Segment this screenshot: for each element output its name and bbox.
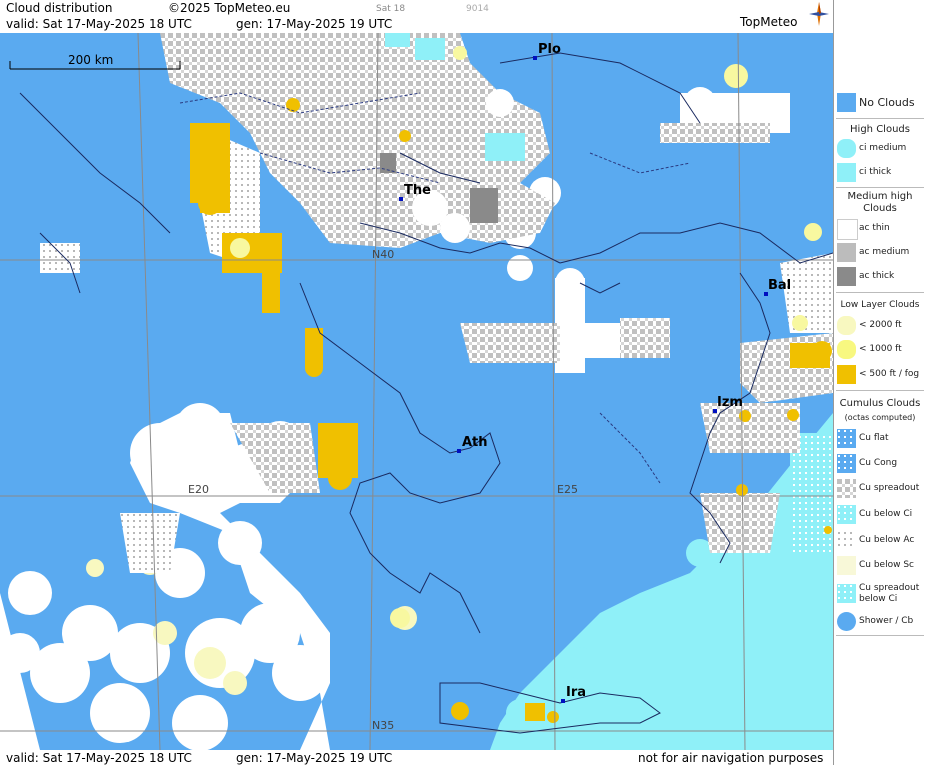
legend-low-500: < 500 ft / fog [834,364,925,386]
legend-cu-title: Cumulus Clouds [839,398,921,409]
legend-high-title: High Clouds [850,124,910,135]
generated-time: gen: 17-May-2025 19 UTC [236,17,393,31]
high-cloud-area [490,413,833,750]
legend-ac-thick: ac thick [834,266,925,288]
city-marker [533,56,537,60]
city-label-the: The [404,183,431,198]
legend-low-2000: < 2000 ft [834,315,925,337]
legend-low-title: Low Layer Clouds [840,300,920,310]
footer: valid: Sat 17-May-2025 18 UTC gen: 17-Ma… [0,750,833,765]
legend-ci-thick: ci thick [834,162,925,184]
legend-panel: No Clouds High Clouds ci medium ci thick… [833,0,925,765]
legend-cu-spreadout: Cu spreadout [834,478,925,500]
cloud-map[interactable]: 200 km N40 N35 E20 E25 Plo The Bal Izm A… [0,33,833,750]
legend-ci-medium: ci medium [834,138,925,160]
legend-cu-below-ci: Cu below Ci [834,504,925,526]
scale-label: 200 km [68,53,114,67]
city-label-bal: Bal [768,278,792,293]
copyright: ©2025 TopMeteo.eu [168,1,291,15]
legend-medium-title: Medium high Clouds [847,191,913,214]
day-tab[interactable]: Sat 18 [376,4,405,14]
legend-cu-cong: Cu Cong [834,453,925,475]
city-marker [399,197,403,201]
footer-valid-time: valid: Sat 17-May-2025 18 UTC [6,751,192,765]
compass-logo-icon [809,2,829,26]
valid-time: valid: Sat 17-May-2025 18 UTC [6,17,192,31]
city-label-ira: Ira [566,685,587,700]
lon-label-e25: E25 [557,483,578,496]
city-label-izm: Izm [717,395,743,410]
legend-no-clouds: No Clouds [834,92,925,114]
map-canvas [0,33,833,750]
city-label-ath: Ath [462,435,488,450]
city-label-plo: Plo [538,42,561,57]
footer-generated-time: gen: 17-May-2025 19 UTC [236,751,393,765]
lat-label-n35: N35 [372,719,395,732]
footer-disclaimer: not for air navigation purposes [638,751,824,765]
legend-cu-subtitle: (octas computed) [844,413,916,422]
page-title: Cloud distribution [6,1,113,15]
header: Cloud distribution ©2025 TopMeteo.eu val… [0,0,833,33]
city-marker [457,449,461,453]
legend-cu-flat: Cu flat [834,428,925,450]
legend-cu-spreadout-below-ci: Cu spreadout below Ci [834,581,925,609]
legend-ac-thin: ac thin [834,218,925,240]
city-marker [561,699,565,703]
legend-cu-below-sc: Cu below Sc [834,555,925,577]
map-code: 9014 [466,4,489,14]
legend-ac-medium: ac medium [834,242,925,264]
brand-logo: TopMeteo [740,15,798,29]
legend-shower-cb: Shower / Cb [834,611,925,633]
legend-low-1000: < 1000 ft [834,339,925,361]
lon-label-e20: E20 [188,483,209,496]
legend-cu-below-ac: Cu below Ac [834,530,925,552]
lat-label-n40: N40 [372,248,395,261]
